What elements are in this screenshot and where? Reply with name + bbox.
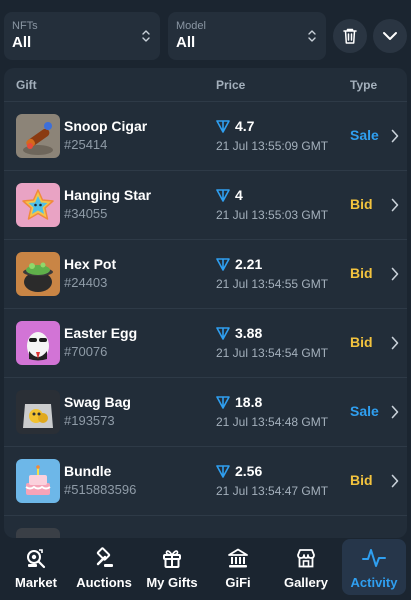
- gift-name: Easter Egg: [64, 325, 138, 341]
- ton-icon: [216, 326, 230, 340]
- gift-number: #515883596: [64, 482, 137, 497]
- gift-thumbnail: [16, 183, 60, 227]
- activity-table: Gift Price Type Snoop Cigar #25414 4.7 2…: [4, 68, 407, 538]
- gift-name: Swag Bag: [64, 394, 131, 410]
- expand-filters-button[interactable]: [373, 19, 407, 53]
- timestamp: 21 Jul 13:55:03 GMT: [216, 208, 329, 222]
- nfts-filter-select[interactable]: NFTs All: [4, 12, 160, 60]
- table-row[interactable]: Easter Egg #70076 3.88 21 Jul 13:54:54 G…: [4, 309, 407, 378]
- price: 2.21: [216, 256, 262, 272]
- gift-number: #25414: [64, 137, 108, 152]
- type-badge: Bid: [350, 472, 373, 488]
- price-value: 4.7: [235, 118, 255, 134]
- price-value: 3.88: [235, 325, 263, 341]
- gavel-icon: [92, 546, 116, 570]
- price-value: 18.8: [235, 394, 263, 410]
- chevron-right-icon: [391, 267, 399, 281]
- gift-icon: [160, 546, 184, 570]
- market-icon: [24, 546, 48, 570]
- ton-icon: [216, 119, 230, 133]
- gift-thumbnail: [16, 390, 60, 434]
- gift-number: #34055: [64, 206, 108, 221]
- gift-name: Hex Pot: [64, 256, 117, 272]
- table-row[interactable]: Snoop Cigar #25414 4.7 21 Jul 13:55:09 G…: [4, 102, 407, 171]
- price: 4: [216, 187, 243, 203]
- nav-label: Auctions: [76, 575, 132, 590]
- price-value: 4: [235, 187, 243, 203]
- price: 3.88: [216, 325, 262, 341]
- filter-bar: NFTs All Model All: [0, 0, 411, 68]
- nav-auctions[interactable]: Auctions: [70, 538, 138, 600]
- model-filter-label: Model: [176, 20, 206, 32]
- nav-market[interactable]: Market: [4, 538, 68, 600]
- gift-thumbnail: [16, 321, 60, 365]
- timestamp: 21 Jul 13:54:54 GMT: [216, 346, 329, 360]
- nav-activity[interactable]: Activity: [342, 539, 406, 595]
- price: 2.56: [216, 463, 262, 479]
- chevron-right-icon: [391, 336, 399, 350]
- table-row[interactable]: Bundle #515883596 2.56 21 Jul 13:54:47 G…: [4, 447, 407, 516]
- price-column-header: Price: [216, 78, 246, 92]
- table-row[interactable]: Swag Bag #193573 18.8 21 Jul 13:54:48 GM…: [4, 378, 407, 447]
- timestamp: 21 Jul 13:54:47 GMT: [216, 484, 329, 498]
- nav-label: Market: [15, 575, 57, 590]
- gift-thumbnail: [16, 252, 60, 296]
- gift-thumbnail: [16, 459, 60, 503]
- nfts-filter-value: All: [12, 34, 32, 51]
- ton-icon: [216, 395, 230, 409]
- model-filter-select[interactable]: Model All: [168, 12, 326, 60]
- bottom-navigation: Market Auctions My Gifts GiFi Gallery Ac…: [0, 538, 411, 600]
- table-header: Gift Price Type: [4, 68, 407, 102]
- trash-icon: [343, 28, 357, 44]
- chevron-right-icon: [391, 405, 399, 419]
- gift-number: #70076: [64, 344, 108, 359]
- type-column-header: Type: [350, 78, 378, 92]
- updown-chevron-icon: [308, 30, 316, 42]
- bank-icon: [226, 546, 250, 570]
- table-row-partial[interactable]: [4, 516, 407, 538]
- chevron-right-icon: [391, 198, 399, 212]
- updown-chevron-icon: [142, 30, 150, 42]
- price: 4.7: [216, 118, 254, 134]
- timestamp: 21 Jul 13:54:48 GMT: [216, 415, 329, 429]
- timestamp: 21 Jul 13:55:09 GMT: [216, 139, 329, 153]
- chevron-down-icon: [383, 32, 397, 40]
- price-value: 2.21: [235, 256, 263, 272]
- ton-icon: [216, 464, 230, 478]
- gift-name: Hanging Star: [64, 187, 152, 203]
- type-badge: Bid: [350, 334, 373, 350]
- store-icon: [294, 546, 318, 570]
- price-value: 2.56: [235, 463, 263, 479]
- ton-icon: [216, 257, 230, 271]
- type-badge: Bid: [350, 196, 373, 212]
- nav-my-gifts[interactable]: My Gifts: [140, 538, 204, 600]
- gift-name: Snoop Cigar: [64, 118, 148, 134]
- gift-number: #193573: [64, 413, 115, 428]
- nav-gallery[interactable]: Gallery: [274, 538, 338, 600]
- nav-label: My Gifts: [146, 575, 198, 590]
- nav-label: Gallery: [283, 575, 329, 590]
- timestamp: 21 Jul 13:54:55 GMT: [216, 277, 329, 291]
- chevron-right-icon: [391, 474, 399, 488]
- gift-thumbnail: [16, 528, 60, 538]
- type-badge: Bid: [350, 265, 373, 281]
- nfts-filter-label: NFTs: [12, 20, 38, 32]
- gift-name: Bundle: [64, 463, 112, 479]
- table-row[interactable]: Hanging Star #34055 4 21 Jul 13:55:03 GM…: [4, 171, 407, 240]
- nav-gifi[interactable]: GiFi: [206, 538, 270, 600]
- model-filter-value: All: [176, 34, 196, 51]
- gift-column-header: Gift: [16, 78, 37, 92]
- nav-label: GiFi: [225, 575, 251, 590]
- gift-thumbnail: [16, 114, 60, 158]
- type-badge: Sale: [350, 127, 379, 143]
- clear-filters-button[interactable]: [333, 19, 367, 53]
- price: 18.8: [216, 394, 262, 410]
- activity-icon: [362, 546, 386, 570]
- table-row[interactable]: Hex Pot #24403 2.21 21 Jul 13:54:55 GMT …: [4, 240, 407, 309]
- ton-icon: [216, 188, 230, 202]
- type-badge: Sale: [350, 403, 379, 419]
- chevron-right-icon: [391, 129, 399, 143]
- gift-number: #24403: [64, 275, 108, 290]
- nav-label: Activity: [350, 575, 398, 590]
